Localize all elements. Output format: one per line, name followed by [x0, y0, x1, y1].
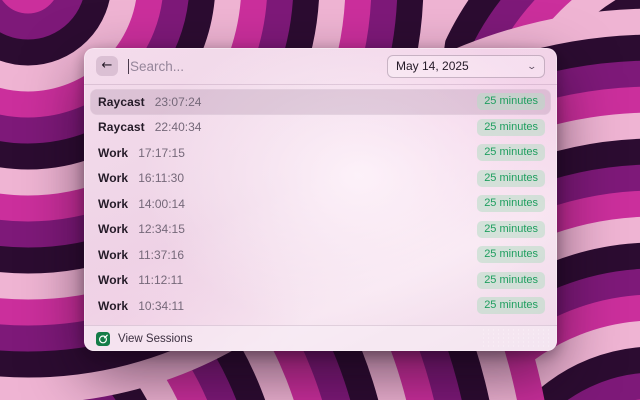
- window-header: ← Search... May 14, 2025 ⌄: [84, 48, 557, 84]
- session-row[interactable]: Raycast 23:07:24 25 minutes: [90, 89, 551, 115]
- session-time: 23:07:24: [155, 95, 202, 109]
- search-placeholder: Search...: [130, 59, 184, 74]
- session-time: 11:12:11: [138, 273, 183, 287]
- chevron-down-icon: ⌄: [527, 62, 538, 71]
- session-row[interactable]: Raycast 22:40:34 25 minutes: [90, 115, 551, 141]
- session-row[interactable]: Work 12:34:15 25 minutes: [90, 217, 551, 243]
- back-button[interactable]: ←: [96, 56, 118, 76]
- view-sessions-action[interactable]: View Sessions: [118, 333, 193, 345]
- search-input[interactable]: Search...: [128, 59, 377, 74]
- session-duration-badge: 25 minutes: [477, 170, 545, 187]
- session-name: Raycast: [98, 95, 145, 109]
- session-duration-badge: 25 minutes: [477, 93, 545, 110]
- desktop: ← Search... May 14, 2025 ⌄ Raycast 23:07…: [0, 0, 640, 400]
- session-time: 12:34:15: [138, 222, 185, 236]
- session-name: Raycast: [98, 120, 145, 134]
- session-duration-badge: 25 minutes: [477, 246, 545, 263]
- session-time: 16:11:30: [138, 171, 184, 185]
- session-time: 17:17:15: [138, 146, 185, 160]
- session-name: Work: [98, 273, 128, 287]
- session-name: Work: [98, 171, 128, 185]
- session-duration-badge: 25 minutes: [477, 144, 545, 161]
- timer-app-icon: [96, 332, 110, 346]
- session-duration-badge: 25 minutes: [477, 195, 545, 212]
- session-name: Work: [98, 146, 128, 160]
- session-duration-badge: 25 minutes: [477, 119, 545, 136]
- timer-sessions-window: ← Search... May 14, 2025 ⌄ Raycast 23:07…: [84, 48, 557, 351]
- session-time: 14:00:14: [138, 197, 185, 211]
- session-row[interactable]: Work 14:00:14 25 minutes: [90, 191, 551, 217]
- session-row[interactable]: Work 11:37:16 25 minutes: [90, 242, 551, 268]
- session-row[interactable]: Work 11:12:11 25 minutes: [90, 268, 551, 294]
- session-list: Raycast 23:07:24 25 minutes Raycast 22:4…: [84, 85, 557, 323]
- session-duration-badge: 25 minutes: [477, 221, 545, 238]
- back-arrow-icon: ←: [102, 56, 113, 76]
- session-time: 22:40:34: [155, 120, 202, 134]
- session-name: Work: [98, 299, 128, 313]
- session-name: Work: [98, 222, 128, 236]
- text-caret: [128, 59, 129, 74]
- date-dropdown[interactable]: May 14, 2025 ⌄: [387, 55, 545, 78]
- session-duration-badge: 25 minutes: [477, 272, 545, 289]
- date-dropdown-value: May 14, 2025: [396, 59, 469, 73]
- session-row[interactable]: Work 10:34:11 25 minutes: [90, 293, 551, 319]
- session-name: Work: [98, 197, 128, 211]
- session-time: 10:34:11: [138, 299, 184, 313]
- session-duration-badge: 25 minutes: [477, 297, 545, 314]
- session-time: 11:37:16: [138, 248, 184, 262]
- window-footer: View Sessions: [84, 325, 557, 351]
- session-row[interactable]: Work 16:11:30 25 minutes: [90, 166, 551, 192]
- session-row[interactable]: Work 17:17:15 25 minutes: [90, 140, 551, 166]
- session-name: Work: [98, 248, 128, 262]
